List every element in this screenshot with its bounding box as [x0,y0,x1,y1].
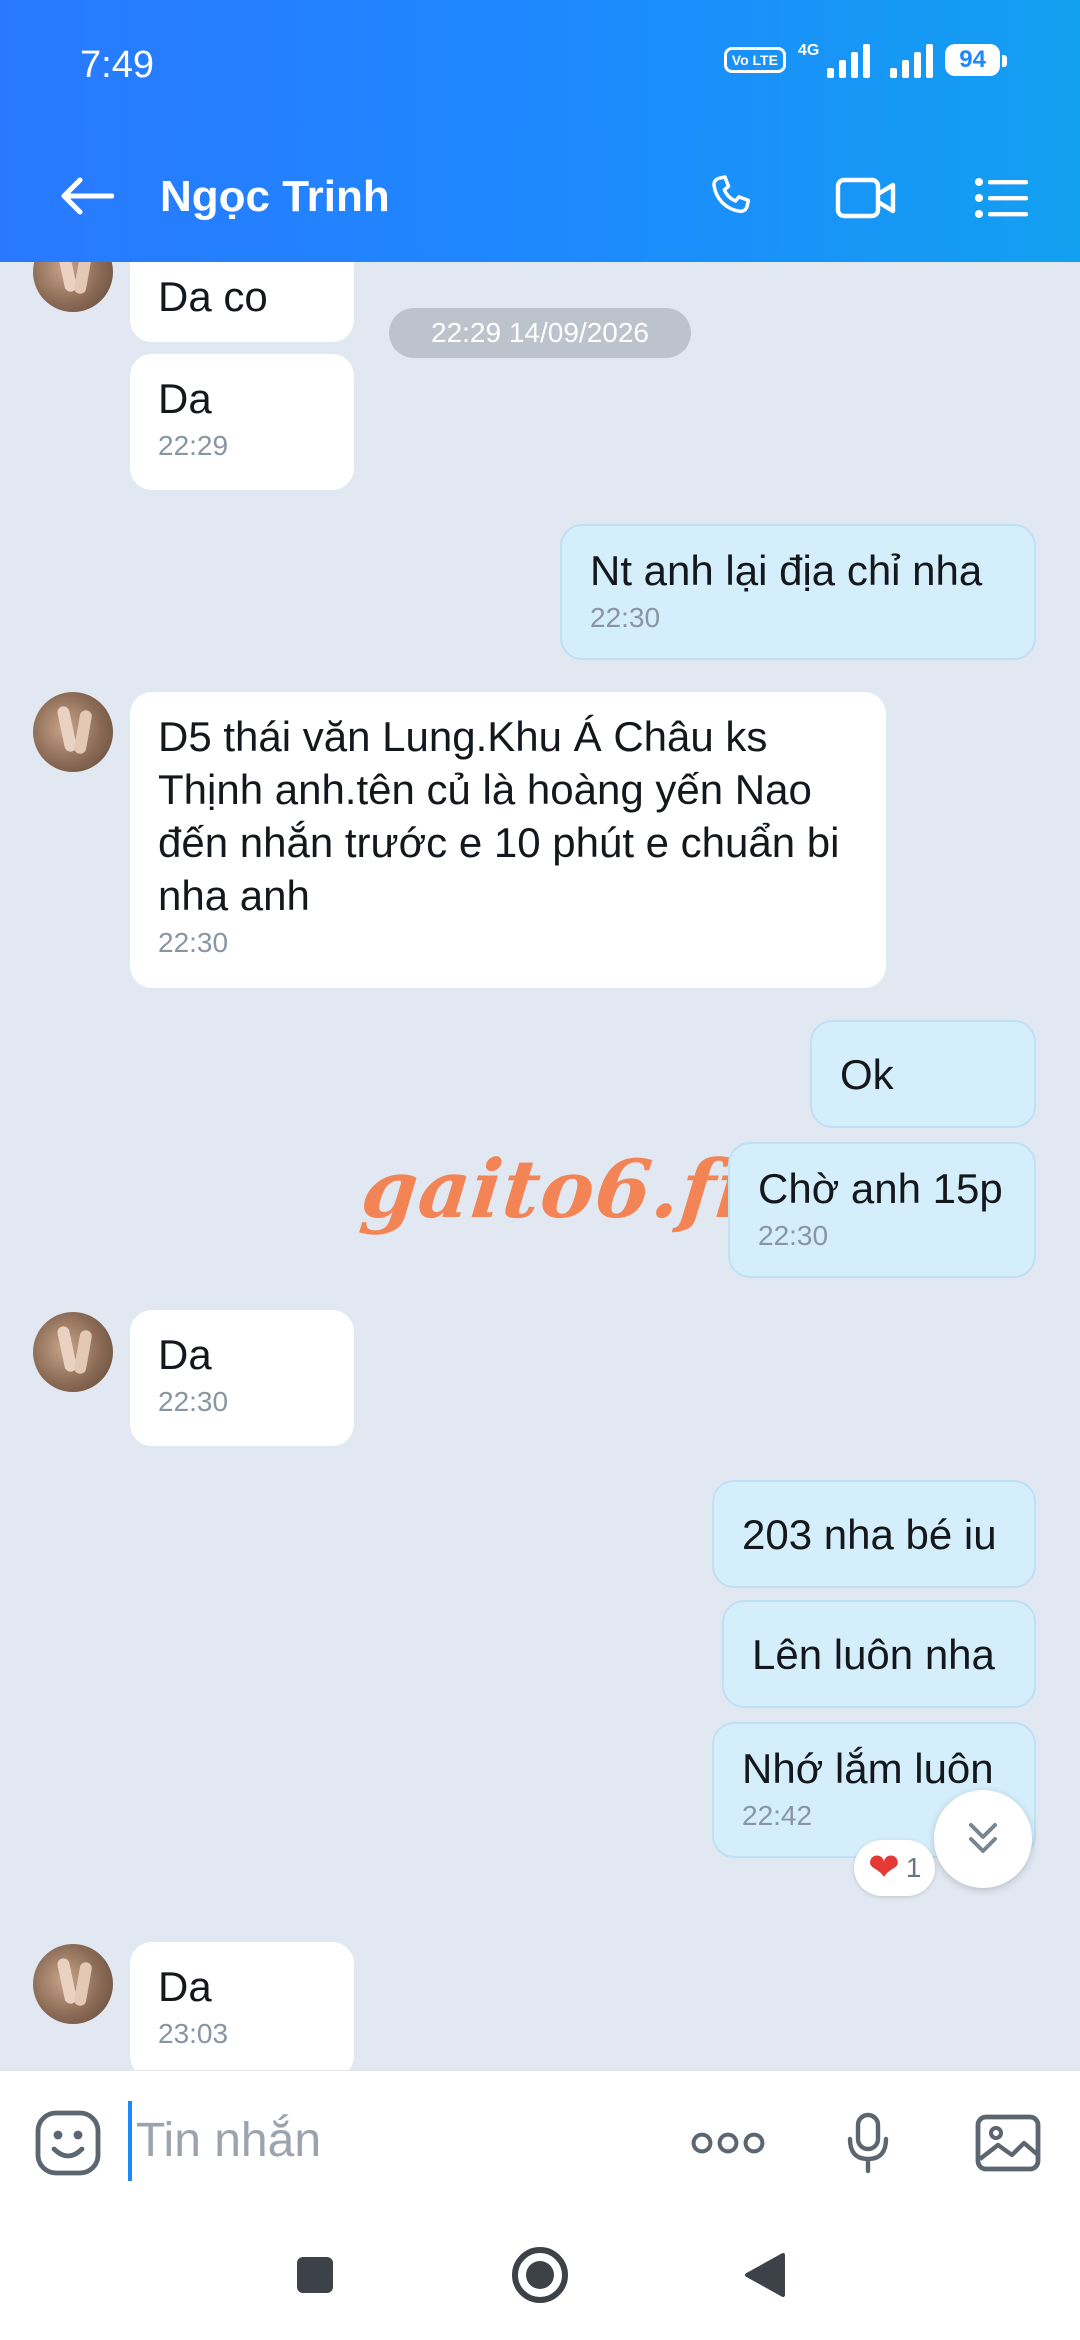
message-text: Lên luôn nha [752,1631,995,1678]
avatar[interactable] [33,1944,113,2024]
avatar[interactable] [33,1312,113,1392]
more-options-button[interactable] [688,2107,768,2179]
message-text: Da [158,1963,212,2010]
message-time: 22:29 [158,430,229,461]
voice-record-button[interactable] [832,2107,904,2179]
battery-indicator: 94 [945,44,1007,76]
message-bubble-incoming[interactable]: Da co [130,262,354,342]
app-header: 7:49 Vo LTE 4G 94 Ngọc Trinh [0,0,1080,262]
message-text: Da co [158,273,268,320]
square-icon [297,2257,333,2293]
message-bubble-incoming[interactable]: Da 23:03 [130,1942,354,2070]
message-bubble-incoming[interactable]: Da 22:29 [130,354,354,490]
message-text: D5 thái văn Lung.Khu Á Châu ks Thịnh anh… [158,713,840,919]
message-bubble-outgoing[interactable]: Lên luôn nha [722,1600,1036,1708]
more-icon [691,2132,765,2154]
message-input[interactable]: Tin nhắn [128,2101,648,2181]
recent-apps-button[interactable] [280,2240,350,2310]
message-text: 203 nha bé iu [742,1511,997,1558]
watermark-text: gaito6.fit [357,1142,791,1236]
status-time: 7:49 [80,44,154,86]
contact-name[interactable]: Ngọc Trinh [160,172,390,222]
message-text: Chờ anh 15p [758,1165,1003,1212]
home-circle-icon [512,2247,568,2303]
menu-list-icon [975,178,1028,218]
options-menu-button[interactable] [970,166,1034,230]
sticker-button[interactable] [32,2107,104,2179]
message-text: Nt anh lại địa chỉ nha [590,547,983,594]
message-time: 22:30 [590,602,661,633]
message-text: Ok [840,1051,894,1098]
message-text: Da [158,375,212,422]
message-time: 22:30 [158,927,229,958]
back-arrow-icon [61,177,114,215]
message-bubble-outgoing[interactable]: Chờ anh 15p 22:30 [728,1142,1036,1278]
video-call-icon [835,177,896,219]
message-text: Nhớ lắm luôn [742,1745,994,1792]
reaction-count: 1 [905,1852,922,1883]
message-text: Da [158,1331,212,1378]
system-navigation-bar [0,2210,1080,2340]
sticker-icon [35,2110,101,2176]
avatar[interactable] [33,262,113,312]
message-bubble-incoming[interactable]: D5 thái văn Lung.Khu Á Châu ks Thịnh anh… [130,692,886,988]
phone-call-button[interactable] [700,166,764,230]
date-separator: 22:29 14/09/2026 [389,308,691,358]
send-image-button[interactable] [972,2107,1044,2179]
reaction-badge[interactable]: ❤ 1 [854,1840,936,1896]
message-time: 23:03 [158,2018,229,2049]
phone-icon [712,175,751,214]
heart-icon: ❤ [868,1847,900,1889]
message-input-bar: Tin nhắn [0,2070,1080,2210]
image-icon [975,2114,1041,2172]
status-icons: Vo LTE 4G 94 [723,42,1007,78]
avatar[interactable] [33,692,113,772]
message-bubble-outgoing[interactable]: Ok [810,1020,1036,1128]
double-chevron-down-icon [969,1823,997,1853]
video-call-button[interactable] [834,166,898,230]
back-button[interactable] [58,168,118,224]
back-nav-button[interactable] [730,2240,800,2310]
back-triangle-icon [745,2253,785,2297]
message-bubble-incoming[interactable]: Da 22:30 [130,1310,354,1446]
message-time: 22:30 [158,1386,229,1417]
chat-area[interactable]: Da co 22:29 14/09/2026 Da 22:29 Nt anh l… [0,262,1080,2070]
message-bubble-outgoing[interactable]: 203 nha bé iu [712,1480,1036,1588]
volte-badge: Vo LTE [723,47,786,73]
microphone-icon [847,2112,889,2174]
scroll-to-bottom-button[interactable] [934,1790,1032,1888]
network-type: 4G [797,42,820,59]
home-button[interactable] [505,2240,575,2310]
message-bubble-outgoing[interactable]: Nt anh lại địa chỉ nha 22:30 [560,524,1036,660]
signal-icon [827,42,871,78]
signal-icon-2 [890,42,934,78]
message-time: 22:30 [758,1220,829,1251]
